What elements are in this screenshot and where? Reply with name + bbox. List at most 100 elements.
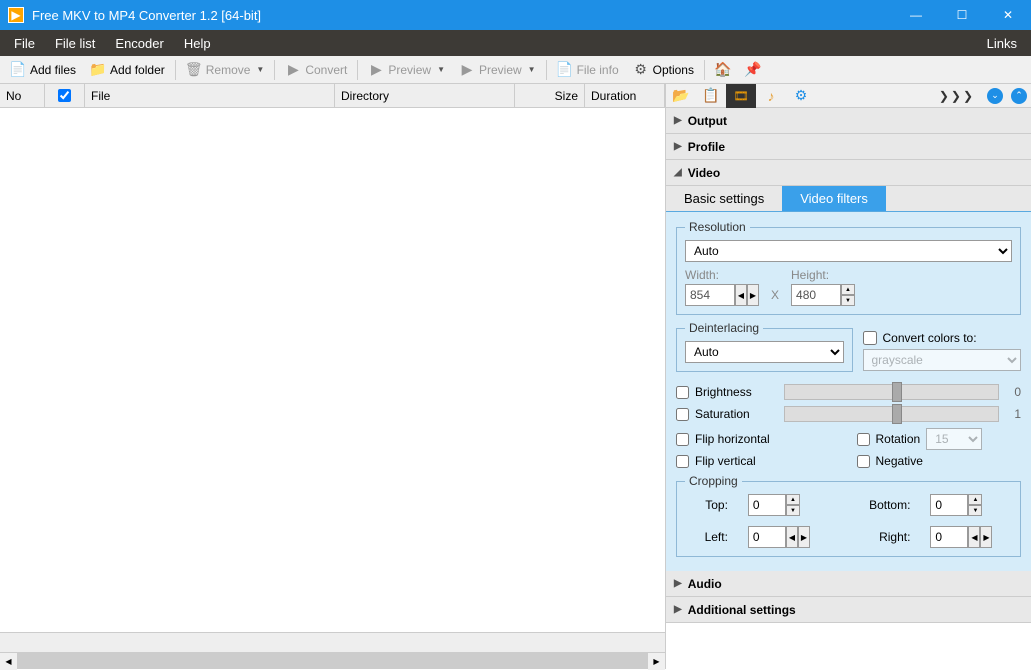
section-additional-label: Additional settings — [688, 603, 796, 617]
scroll-left-button[interactable]: ◀ — [0, 653, 17, 670]
crop-right-dec[interactable]: ◀ — [968, 526, 980, 548]
video-filters-form: Resolution Auto Width: ◀▶ X Height: ▲▼ — [666, 212, 1031, 571]
add-folder-button[interactable]: 📁Add folder — [84, 60, 171, 80]
subtab-basic-settings[interactable]: Basic settings — [666, 186, 782, 211]
convert-icon: ▶ — [285, 62, 301, 78]
tab-folder[interactable]: 📂 — [666, 84, 696, 108]
maximize-button[interactable]: ☐ — [939, 0, 985, 30]
section-audio[interactable]: ▶Audio — [666, 571, 1031, 597]
right-tabs: 📂 📋 🎞 ♪ ⚙ ❯❯❯ ⌄ ⌃ — [666, 84, 1031, 108]
brightness-slider[interactable] — [784, 384, 999, 400]
gear-icon: ⚙ — [633, 62, 649, 78]
scroll-thumb[interactable] — [17, 653, 648, 669]
settings-pane: 📂 📋 🎞 ♪ ⚙ ❯❯❯ ⌄ ⌃ ▶Output ▶Profile ◢Vide… — [666, 84, 1031, 669]
flip-vertical-label: Flip vertical — [695, 454, 756, 468]
brightness-checkbox[interactable] — [676, 386, 689, 399]
height-decrease-button[interactable]: ▼ — [841, 295, 855, 306]
convert-colors-select[interactable]: grayscale — [863, 349, 1022, 371]
collapse-up-button[interactable]: ⌃ — [1011, 88, 1027, 104]
add-files-button[interactable]: 📄Add files — [4, 60, 82, 80]
menu-links[interactable]: Links — [977, 32, 1027, 55]
table-header: No File Directory Size Duration — [0, 84, 665, 108]
table-body[interactable] — [0, 108, 665, 632]
crop-top-down[interactable]: ▼ — [786, 505, 800, 516]
convert-button[interactable]: ▶ Convert — [279, 60, 353, 80]
home-button[interactable]: 🏠 — [709, 60, 737, 80]
cropping-fieldset: Cropping Top: ▲▼ Bottom: ▲▼ Left: ◀▶ Rig… — [676, 474, 1021, 557]
menubar: File File list Encoder Help Links — [0, 30, 1031, 56]
add-files-label: Add files — [30, 63, 76, 77]
section-additional[interactable]: ▶ Additional settings — [666, 597, 1031, 623]
negative-label: Negative — [876, 454, 923, 468]
saturation-checkbox[interactable] — [676, 408, 689, 421]
minimize-button[interactable]: — — [893, 0, 939, 30]
width-increase-button[interactable]: ▶ — [747, 284, 759, 306]
col-file[interactable]: File — [85, 84, 335, 107]
resolution-select[interactable]: Auto — [685, 240, 1012, 262]
height-increase-button[interactable]: ▲ — [841, 284, 855, 295]
tab-audio[interactable]: ♪ — [756, 84, 786, 108]
scroll-right-button[interactable]: ▶ — [648, 653, 665, 670]
section-output[interactable]: ▶Output — [666, 108, 1031, 134]
rotation-checkbox[interactable] — [857, 433, 870, 446]
deinterlacing-select[interactable]: Auto — [685, 341, 844, 363]
tab-video[interactable]: 🎞 — [726, 84, 756, 108]
col-size[interactable]: Size — [515, 84, 585, 107]
options-button[interactable]: ⚙ Options — [627, 60, 700, 80]
close-button[interactable]: ✕ — [985, 0, 1031, 30]
file-info-button[interactable]: 📄File info — [551, 60, 625, 80]
more-chevrons[interactable]: ❯❯❯ — [816, 89, 983, 103]
col-checkbox[interactable] — [45, 84, 85, 107]
subtab-video-filters[interactable]: Video filters — [782, 186, 886, 211]
col-duration[interactable]: Duration — [585, 84, 665, 107]
crop-top-up[interactable]: ▲ — [786, 494, 800, 505]
col-directory[interactable]: Directory — [335, 84, 515, 107]
triangle-right-icon: ▶ — [674, 578, 682, 589]
chevron-down-icon: ▼ — [256, 65, 264, 74]
crop-left-label: Left: — [685, 530, 728, 544]
crop-right-inc[interactable]: ▶ — [980, 526, 992, 548]
width-input[interactable] — [685, 284, 735, 306]
crop-right-input[interactable] — [930, 526, 968, 548]
crop-bottom-input[interactable] — [930, 494, 968, 516]
preview-button-2[interactable]: ▶Preview▼ — [453, 60, 542, 80]
menu-help[interactable]: Help — [174, 32, 221, 55]
preview-button-1[interactable]: ▶Preview▼ — [362, 60, 451, 80]
crop-left-input[interactable] — [748, 526, 786, 548]
remove-button[interactable]: 🗑Remove▼ — [180, 60, 271, 80]
section-profile[interactable]: ▶Profile — [666, 134, 1031, 160]
width-decrease-button[interactable]: ◀ — [735, 284, 747, 306]
remove-icon: 🗑 — [186, 62, 202, 78]
saturation-slider[interactable] — [784, 406, 999, 422]
pin-button[interactable]: 📌 — [739, 60, 767, 80]
convert-label: Convert — [305, 63, 347, 77]
crop-bottom-up[interactable]: ▲ — [968, 494, 982, 505]
crop-bottom-down[interactable]: ▼ — [968, 505, 982, 516]
crop-top-input[interactable] — [748, 494, 786, 516]
horizontal-scrollbar[interactable]: ◀ ▶ — [0, 652, 665, 669]
options-label: Options — [653, 63, 694, 77]
tab-settings[interactable]: ⚙ — [786, 84, 816, 108]
crop-left-dec[interactable]: ◀ — [786, 526, 798, 548]
crop-left-inc[interactable]: ▶ — [798, 526, 810, 548]
triangle-down-icon: ◢ — [674, 167, 682, 178]
triangle-right-icon: ▶ — [674, 604, 682, 615]
negative-checkbox[interactable] — [857, 455, 870, 468]
select-all-checkbox[interactable] — [58, 89, 71, 102]
col-no[interactable]: No — [0, 84, 45, 107]
file-info-label: File info — [577, 63, 619, 77]
flip-vertical-checkbox[interactable] — [676, 455, 689, 468]
section-video[interactable]: ◢Video — [666, 160, 1031, 186]
status-bar — [0, 632, 665, 652]
film-icon: 🎞 — [733, 89, 748, 103]
menu-file-list[interactable]: File list — [45, 32, 105, 55]
expand-down-button[interactable]: ⌄ — [987, 88, 1003, 104]
menu-file[interactable]: File — [4, 32, 45, 55]
rotation-select[interactable]: 15 — [926, 428, 982, 450]
menu-encoder[interactable]: Encoder — [105, 32, 173, 55]
flip-horizontal-checkbox[interactable] — [676, 433, 689, 446]
convert-colors-label: Convert colors to: — [883, 331, 977, 345]
convert-colors-checkbox[interactable] — [863, 331, 877, 345]
tab-profile[interactable]: 📋 — [696, 84, 726, 108]
height-input[interactable] — [791, 284, 841, 306]
